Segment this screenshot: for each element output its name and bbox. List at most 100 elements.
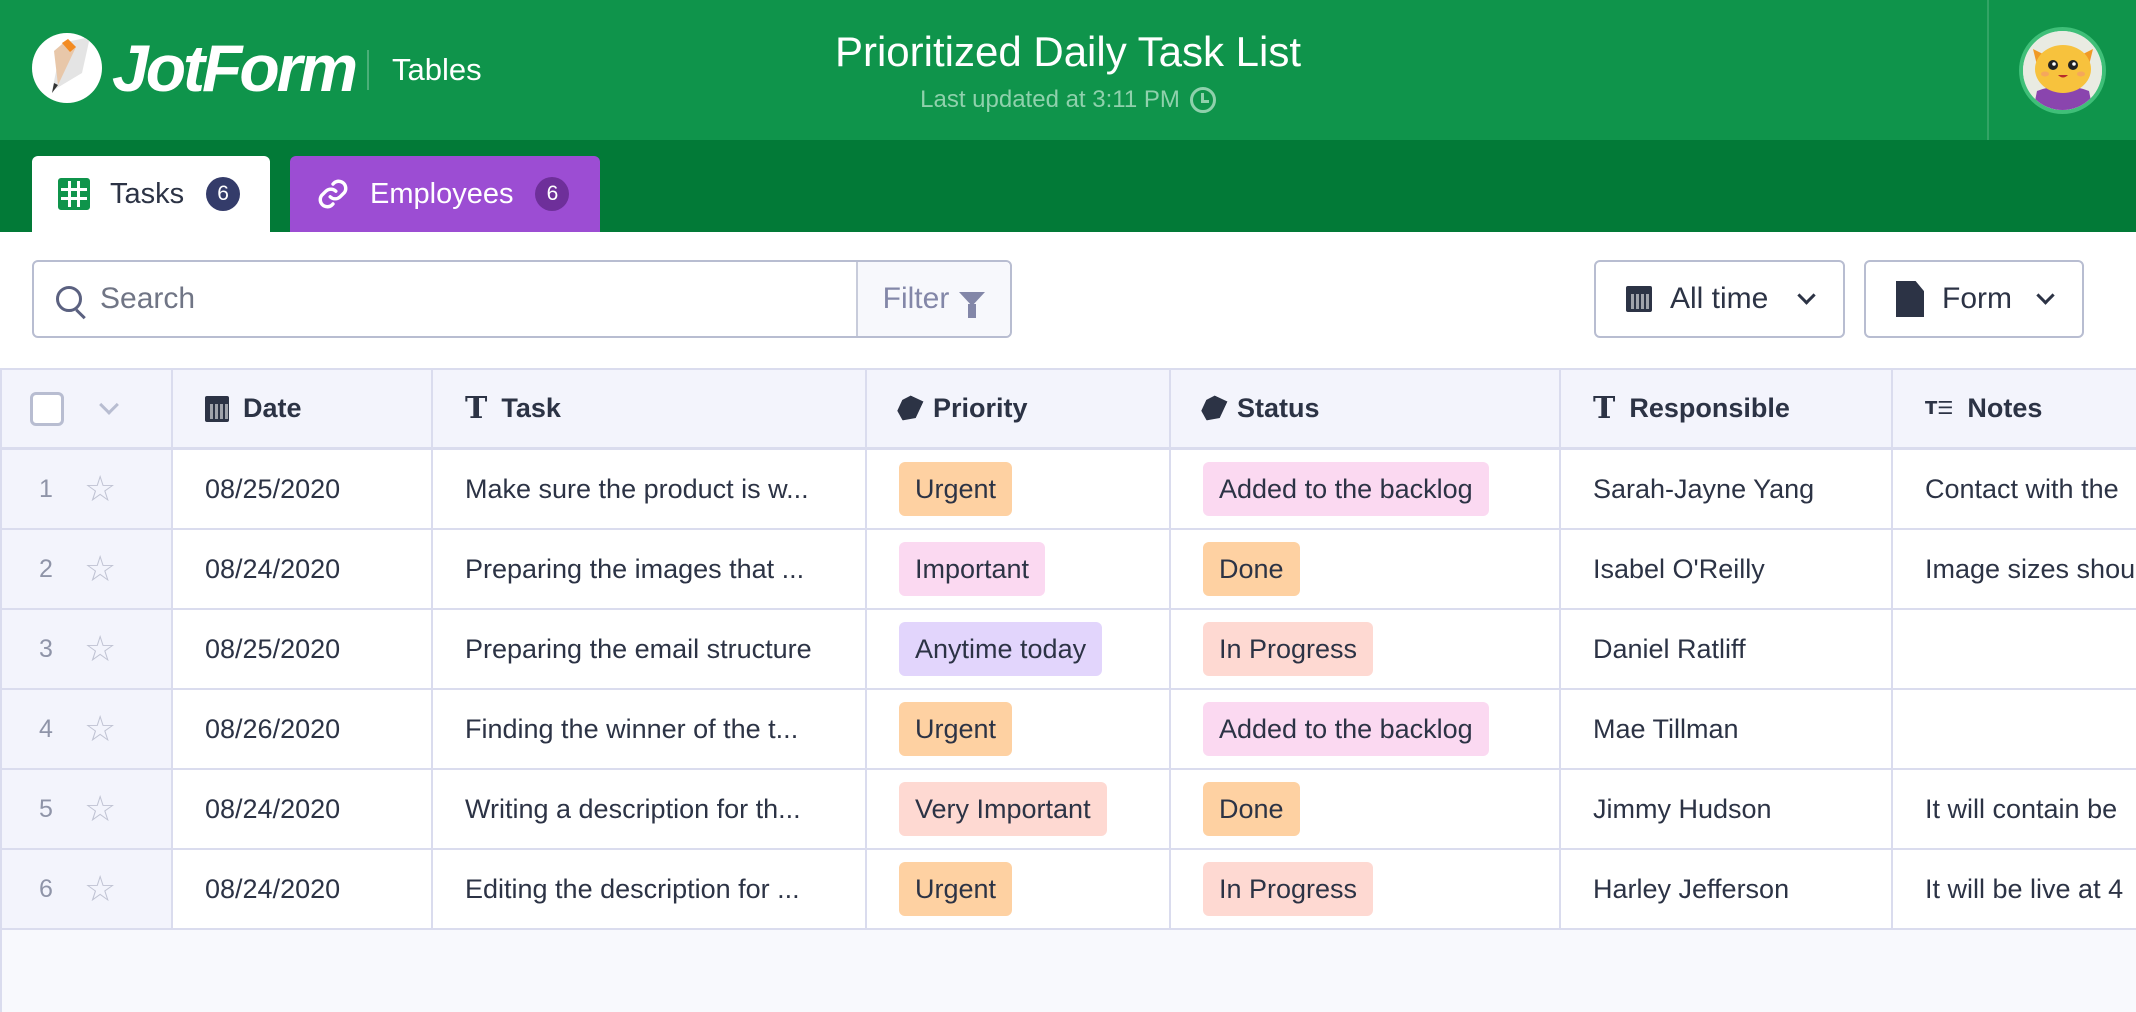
select-all-checkbox[interactable] — [30, 391, 64, 426]
cell-status[interactable]: In Progress — [1171, 610, 1561, 688]
date-range-value: All time — [1670, 282, 1769, 315]
priority-badge: Urgent — [899, 702, 1013, 756]
row-controls: 1 ☆ — [0, 450, 173, 528]
view-type-dropdown[interactable]: Form — [1864, 260, 2084, 338]
cell-priority[interactable]: Important — [867, 530, 1171, 608]
row-number: 3 — [39, 634, 53, 663]
table-row[interactable]: 4 ☆ 08/26/2020 Finding the winner of the t.… — [0, 690, 2136, 770]
cell-task[interactable]: Editing the description for ... — [433, 850, 867, 928]
cell-status[interactable]: Added to the backlog — [1171, 450, 1561, 528]
chevron-down-icon — [1797, 286, 1816, 305]
cell-status[interactable]: Added to the backlog — [1171, 690, 1561, 768]
tab-employees[interactable]: Employees 6 — [290, 156, 600, 232]
cell-task[interactable]: Writing a description for th... — [433, 770, 867, 848]
last-updated: Last updated at 3:11 PM — [0, 86, 2136, 114]
table-row[interactable]: 2 ☆ 08/24/2020 Preparing the images that ..… — [0, 530, 2136, 610]
cell-date[interactable]: 08/26/2020 — [173, 690, 433, 768]
cell-task[interactable]: Preparing the email structure — [433, 610, 867, 688]
cell-date[interactable]: 08/25/2020 — [173, 450, 433, 528]
cell-responsible[interactable]: Daniel Ratliff — [1561, 610, 1893, 688]
last-updated-text: Last updated at 3:11 PM — [920, 86, 1180, 113]
page-title[interactable]: Prioritized Daily Task List — [0, 28, 2136, 76]
priority-badge: Urgent — [899, 462, 1013, 516]
notes-value: Contact with the — [1925, 473, 2119, 504]
tab-tasks-count: 6 — [206, 177, 241, 211]
cell-responsible[interactable]: Sarah-Jayne Yang — [1561, 450, 1893, 528]
star-icon[interactable]: ☆ — [84, 468, 116, 510]
cell-priority[interactable]: Anytime today — [867, 610, 1171, 688]
star-icon[interactable]: ☆ — [84, 548, 116, 590]
status-badge: Done — [1203, 782, 1300, 836]
cell-status[interactable]: Done — [1171, 530, 1561, 608]
priority-badge: Important — [899, 542, 1046, 596]
tab-employees-count: 6 — [535, 177, 570, 211]
cell-priority[interactable]: Urgent — [867, 690, 1171, 768]
priority-badge: Very Important — [899, 782, 1107, 836]
search-input[interactable] — [100, 282, 800, 316]
column-header-priority[interactable]: Priority — [867, 370, 1171, 447]
filter-button[interactable]: Filter — [856, 262, 1010, 336]
column-header-responsible[interactable]: T Responsible — [1561, 370, 1893, 447]
text-icon: T — [1593, 390, 1616, 426]
star-icon[interactable]: ☆ — [84, 628, 116, 670]
avatar[interactable] — [2019, 27, 2106, 114]
date-range-dropdown[interactable]: All time — [1594, 260, 1845, 338]
cell-priority[interactable]: Urgent — [867, 850, 1171, 928]
date-value: 08/24/2020 — [205, 873, 341, 904]
task-value: Preparing the email structure — [465, 633, 812, 664]
cell-priority[interactable]: Very Important — [867, 770, 1171, 848]
chevron-down-icon[interactable] — [99, 394, 119, 415]
column-header-status[interactable]: Status — [1171, 370, 1561, 447]
cell-task[interactable]: Make sure the product is w... — [433, 450, 867, 528]
cell-notes[interactable]: Image sizes shou — [1893, 530, 2136, 608]
task-value: Writing a description for th... — [465, 793, 801, 824]
responsible-value: Daniel Ratliff — [1593, 633, 1746, 664]
table-row[interactable]: 5 ☆ 08/24/2020 Writing a description for th… — [0, 770, 2136, 850]
table-row[interactable]: 3 ☆ 08/25/2020 Preparing the email structur… — [0, 610, 2136, 690]
cell-task[interactable]: Preparing the images that ... — [433, 530, 867, 608]
cell-responsible[interactable]: Harley Jefferson — [1561, 850, 1893, 928]
tab-bar: Tasks 6 Employees 6 — [0, 140, 2136, 232]
cell-responsible[interactable]: Mae Tillman — [1561, 690, 1893, 768]
star-icon[interactable]: ☆ — [84, 868, 116, 910]
document-icon — [1896, 281, 1924, 317]
cell-status[interactable]: In Progress — [1171, 850, 1561, 928]
row-number: 6 — [39, 874, 53, 903]
row-controls: 2 ☆ — [0, 530, 173, 608]
cell-responsible[interactable]: Isabel O'Reilly — [1561, 530, 1893, 608]
tab-tasks[interactable]: Tasks 6 — [32, 156, 270, 232]
task-value: Editing the description for ... — [465, 873, 800, 904]
cell-priority[interactable]: Urgent — [867, 450, 1171, 528]
calendar-icon — [205, 395, 229, 422]
cell-notes[interactable]: It will be live at 4 — [1893, 850, 2136, 928]
star-icon[interactable]: ☆ — [84, 708, 116, 750]
cell-status[interactable]: Done — [1171, 770, 1561, 848]
filter-label: Filter — [882, 282, 950, 315]
responsible-value: Jimmy Hudson — [1593, 793, 1772, 824]
cell-date[interactable]: 08/24/2020 — [173, 850, 433, 928]
cell-date[interactable]: 08/25/2020 — [173, 610, 433, 688]
cell-task[interactable]: Finding the winner of the t... — [433, 690, 867, 768]
cell-date[interactable]: 08/24/2020 — [173, 770, 433, 848]
cell-date[interactable]: 08/24/2020 — [173, 530, 433, 608]
responsible-value: Sarah-Jayne Yang — [1593, 473, 1815, 504]
tag-icon — [899, 396, 919, 422]
table-row[interactable]: 6 ☆ 08/24/2020 Editing the description for … — [0, 850, 2136, 930]
status-badge: Done — [1203, 542, 1300, 596]
cell-notes[interactable] — [1893, 610, 2136, 688]
table-row[interactable]: 1 ☆ 08/25/2020 Make sure the product is w..… — [0, 450, 2136, 530]
row-controls: 6 ☆ — [0, 850, 173, 928]
column-header-label: Task — [501, 393, 561, 423]
star-icon[interactable]: ☆ — [84, 788, 116, 830]
cell-notes[interactable]: It will contain be — [1893, 770, 2136, 848]
cell-notes[interactable] — [1893, 690, 2136, 768]
search-icon — [56, 286, 82, 312]
column-header-task[interactable]: T Task — [433, 370, 867, 447]
row-number: 4 — [39, 714, 53, 743]
column-header-notes[interactable]: T☰ Notes — [1893, 370, 2136, 447]
column-header-date[interactable]: Date — [173, 370, 433, 447]
cell-responsible[interactable]: Jimmy Hudson — [1561, 770, 1893, 848]
row-controls: 5 ☆ — [0, 770, 173, 848]
select-column-header — [0, 370, 173, 447]
cell-notes[interactable]: Contact with the — [1893, 450, 2136, 528]
